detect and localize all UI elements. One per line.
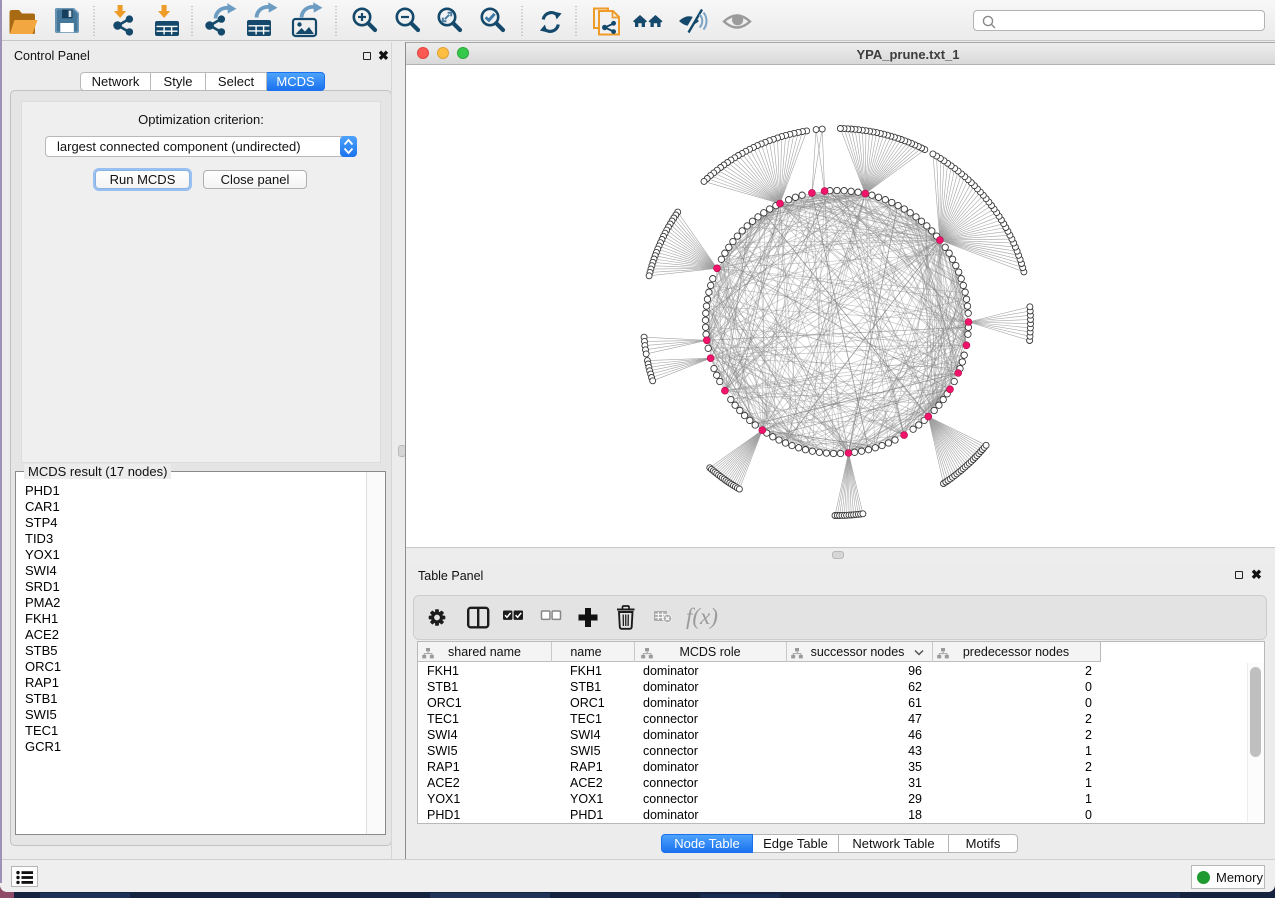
svg-text:f(x): f(x) (686, 604, 718, 629)
